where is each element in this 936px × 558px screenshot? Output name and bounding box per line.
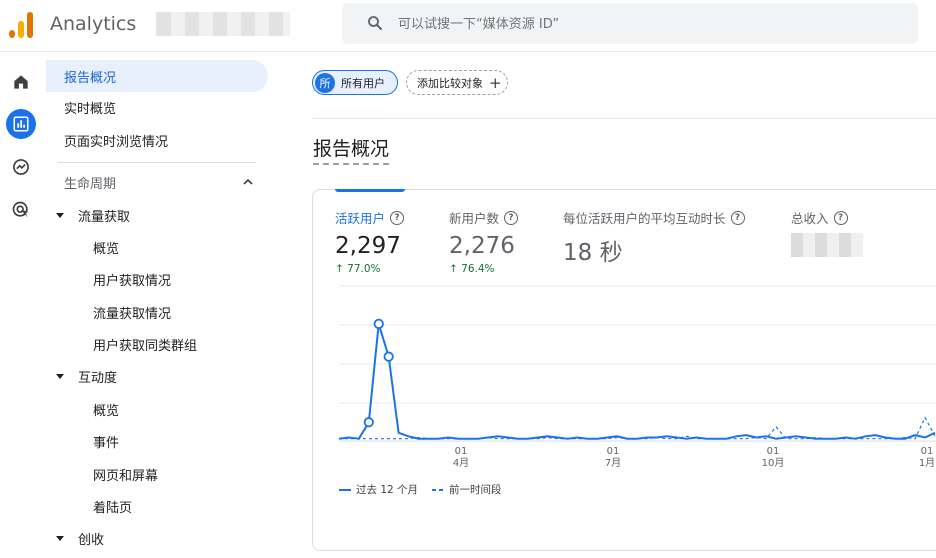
advertising-target-icon (12, 201, 29, 218)
header-divider (312, 118, 936, 119)
home-icon (14, 75, 28, 89)
sidebar: 报告概况 实时概览 页面实时浏览情况 生命周期 流量获取 概览 用户获取情况 流… (46, 52, 274, 558)
line-chart: 014月017月0110月011月 (338, 285, 936, 469)
sidebar-item-pages-screens[interactable]: 网页和屏幕 (46, 458, 158, 490)
series-line-previous (339, 416, 936, 440)
caret-down-icon (56, 535, 64, 541)
explore-button[interactable] (6, 152, 36, 182)
search-icon (368, 16, 382, 30)
app-title[interactable]: Analytics (50, 13, 136, 35)
all-users-chip[interactable]: 所 所有用户 (312, 70, 398, 95)
advertising-button[interactable] (6, 195, 36, 225)
legend-solid-swatch (339, 488, 351, 491)
top-bar: Analytics (0, 0, 936, 52)
sidebar-item-realtime[interactable]: 实时概览 (46, 91, 116, 123)
sidebar-item-realtime-pages[interactable]: 页面实时浏览情况 (46, 124, 168, 156)
x-tick-month: 10月 (762, 457, 785, 469)
x-tick-day: 01 (921, 446, 934, 457)
x-tick-day: 01 (455, 446, 468, 457)
main-content: 所 所有用户 添加比较对象 + 报告概况 活跃用户 ? 2,297 ↑ 77.0… (274, 52, 936, 558)
plus-icon: + (489, 73, 502, 92)
sidebar-item-eng-overview[interactable]: 概览 (46, 393, 119, 425)
legend-dashed-swatch (432, 488, 445, 491)
x-tick-month: 4月 (453, 457, 469, 469)
chevron-up-icon (243, 178, 253, 185)
nav-rail (0, 52, 46, 558)
series-line-current (338, 323, 936, 440)
x-tick-day: 01 (607, 446, 620, 457)
sidebar-section-lifecycle[interactable]: 生命周期 (46, 166, 262, 198)
data-point[interactable] (373, 318, 384, 329)
page-title: 报告概况 (313, 134, 390, 165)
data-point[interactable] (363, 417, 374, 428)
sidebar-group-acquisition[interactable]: 流量获取 (46, 199, 130, 231)
sidebar-item-reports-snapshot[interactable]: 报告概况 (46, 60, 268, 92)
search-bar[interactable] (342, 3, 918, 44)
caret-down-icon (56, 212, 64, 218)
analytics-logo-icon[interactable] (9, 10, 35, 38)
account-selector[interactable] (156, 12, 290, 36)
sidebar-item-landing-page[interactable]: 着陆页 (46, 490, 132, 522)
caret-down-icon (56, 373, 64, 379)
sidebar-item-traffic-acquisition[interactable]: 流量获取情况 (46, 296, 171, 328)
reports-bar-chart-icon (13, 116, 29, 132)
x-tick-month: 7月 (605, 457, 621, 469)
home-button[interactable] (6, 67, 36, 97)
search-input[interactable] (398, 13, 878, 35)
reports-button[interactable] (6, 109, 36, 139)
sidebar-item-user-acquisition[interactable]: 用户获取情况 (46, 263, 171, 295)
legend-current-period: 过去 12 个月 (356, 484, 419, 496)
sidebar-group-monetization[interactable]: 创收 (46, 522, 104, 554)
add-comparison-button[interactable]: 添加比较对象 + (406, 70, 508, 95)
sidebar-divider (58, 162, 256, 163)
explore-trend-icon (13, 159, 29, 175)
sidebar-group-engagement[interactable]: 互动度 (46, 360, 117, 392)
sidebar-item-events[interactable]: 事件 (46, 425, 119, 457)
chart-legend: 过去 12 个月 前一时间段 (339, 482, 502, 497)
overview-card: 活跃用户 ? 2,297 ↑ 77.0% 新用户数 ? 2,276 ↑ 76.4… (312, 189, 936, 551)
legend-previous-period: 前一时间段 (449, 484, 502, 496)
sidebar-item-acq-overview[interactable]: 概览 (46, 231, 119, 263)
segment-badge: 所 (315, 72, 335, 93)
data-point[interactable] (383, 351, 394, 362)
sidebar-item-acq-cohorts[interactable]: 用户获取同类群组 (46, 328, 197, 360)
x-tick-month: 1月 (919, 457, 935, 469)
x-tick-day: 01 (767, 446, 780, 457)
